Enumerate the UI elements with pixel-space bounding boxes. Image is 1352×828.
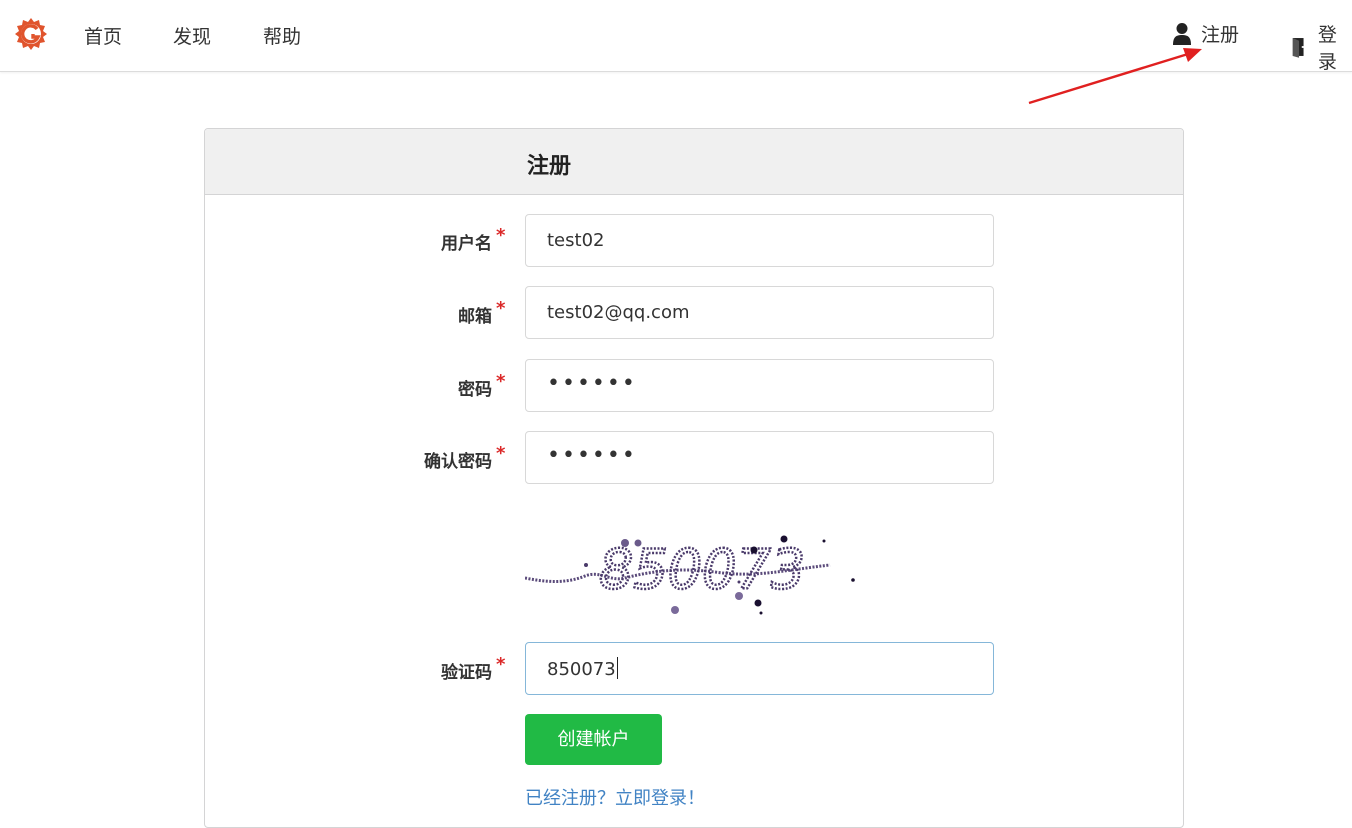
- sign-in-icon: [1292, 38, 1309, 58]
- captcha-field[interactable]: 850073: [525, 642, 994, 695]
- captcha-field-value: 850073: [547, 659, 616, 680]
- password-field[interactable]: ••••••: [525, 359, 994, 412]
- captcha-label: 验证码: [441, 663, 492, 683]
- page-title: 注册: [527, 154, 572, 179]
- required-mark: *: [496, 654, 506, 675]
- nav-explore[interactable]: 发现: [173, 22, 211, 49]
- nav-help[interactable]: 帮助: [263, 22, 301, 49]
- nav-login[interactable]: 登录: [1291, 20, 1352, 74]
- confirm-password-field[interactable]: ••••••: [525, 431, 994, 484]
- annotation-arrow: [1028, 48, 1202, 105]
- nav-login-label: 登录: [1317, 24, 1337, 73]
- nav-home[interactable]: 首页: [84, 22, 122, 49]
- email-field[interactable]: test02@qq.com: [525, 286, 994, 339]
- username-field[interactable]: test02: [525, 214, 994, 267]
- confirm-password-label: 确认密码: [424, 452, 492, 472]
- gitea-logo-icon[interactable]: [13, 16, 49, 52]
- username-label: 用户名: [441, 234, 492, 254]
- text-caret: [616, 657, 618, 679]
- email-label: 邮箱: [458, 307, 492, 327]
- required-mark: *: [496, 298, 506, 319]
- required-mark: *: [496, 443, 506, 464]
- card-header: 注册: [205, 129, 1183, 195]
- required-mark: *: [496, 225, 506, 246]
- required-mark: *: [496, 371, 506, 392]
- signin-link[interactable]: 已经注册？立即登录！: [525, 784, 705, 810]
- captcha-image[interactable]: 850073: [525, 510, 860, 620]
- password-label: 密码: [458, 380, 492, 400]
- create-account-button[interactable]: 创建帐户: [525, 714, 662, 765]
- captcha-text: 850073: [599, 538, 805, 601]
